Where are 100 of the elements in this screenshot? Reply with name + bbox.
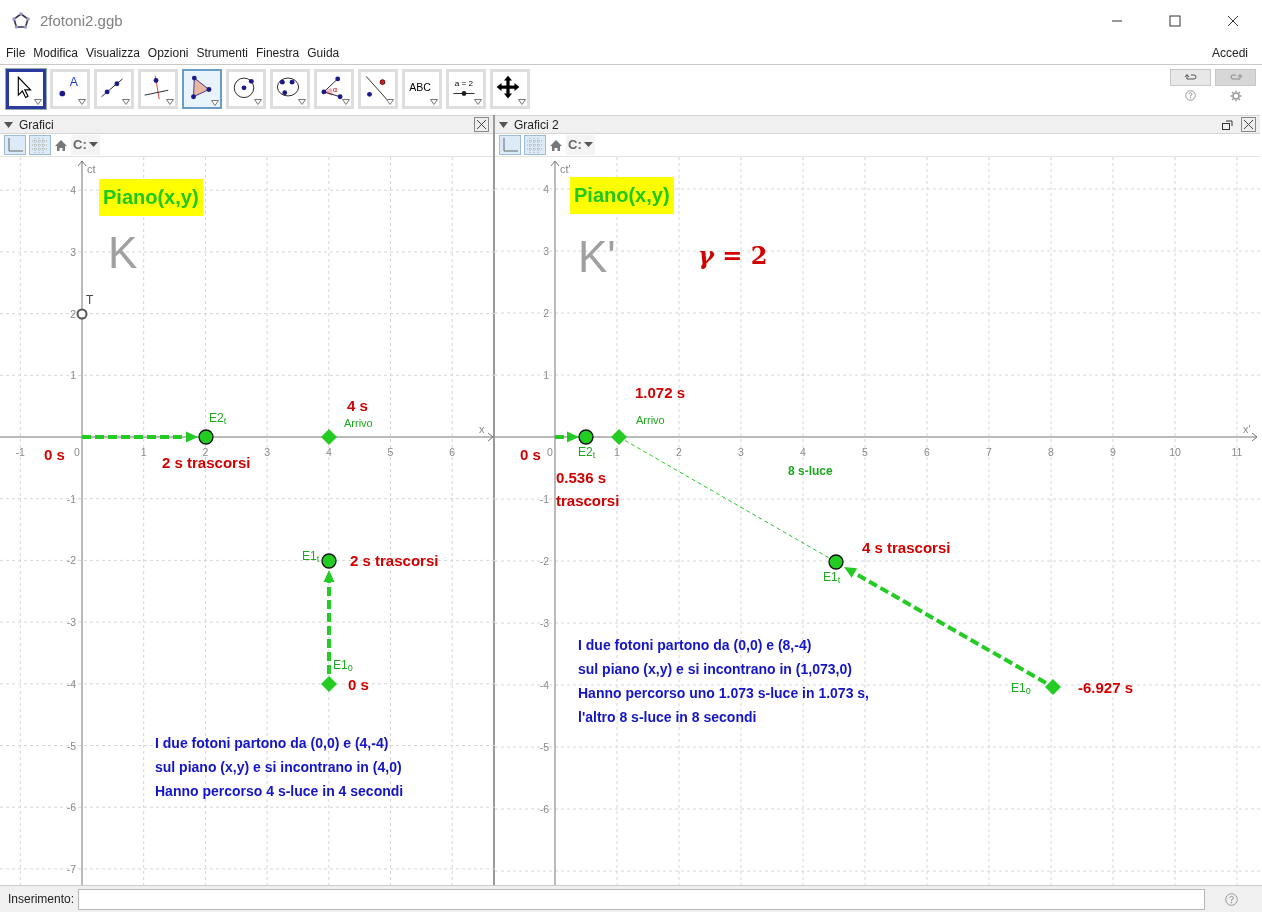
tick-label: -5 xyxy=(539,741,549,753)
undo-icon xyxy=(1183,72,1198,83)
collapse-triangle-icon[interactable] xyxy=(4,121,13,128)
tick-label: 1 xyxy=(140,446,147,458)
perpendicular-icon xyxy=(142,73,169,100)
gamma-label: γ = 2 xyxy=(698,242,768,270)
point-capture-button[interactable]: C: xyxy=(566,135,595,155)
tick-label: -1 xyxy=(66,492,76,505)
axis-label: ct' xyxy=(560,163,571,175)
panel-title: Grafici 2 xyxy=(514,116,559,134)
redo-icon xyxy=(1228,72,1243,83)
note-text: I due fotoni partono da (0,0) e (8,-4) sul piano (x,y) e si incontrano in (1,073,0) Hanno percorso uno 1.073 s-luce in 1.073 s, l'altro 8 s-luce in 8 secondi xyxy=(578,636,869,727)
close-panel-button[interactable] xyxy=(1241,117,1256,132)
point[interactable] xyxy=(578,429,594,445)
tick-label: 6 xyxy=(924,446,930,458)
heading-label: Piano(x,y) xyxy=(570,177,674,214)
point-label: E1$_{0}$ xyxy=(1011,682,1031,696)
time-label: 4 s xyxy=(347,397,368,415)
tick-label: 2 xyxy=(202,446,209,458)
tick-label: 3 xyxy=(70,245,76,258)
tool-button[interactable]: a = 2 xyxy=(446,69,486,109)
dropdown-triangle-icon xyxy=(254,99,262,105)
tick-label: -4 xyxy=(66,677,76,690)
menu-item[interactable]: Strumenti xyxy=(196,44,248,62)
close-icon xyxy=(476,119,487,130)
home-icon[interactable] xyxy=(54,138,68,152)
point[interactable] xyxy=(321,553,337,569)
dropdown-triangle-icon xyxy=(298,99,306,105)
tick-label: 0 xyxy=(547,446,553,458)
dropdown-triangle-icon xyxy=(430,99,438,105)
settings-icon[interactable] xyxy=(1229,90,1242,102)
point-label: E1$_{0}$ xyxy=(333,659,353,673)
menu-item[interactable]: Finestra xyxy=(255,44,300,62)
tick-label: 7 xyxy=(986,446,992,458)
point-label: E2$_{t}$ xyxy=(578,446,596,460)
arrival-label: Arrivo xyxy=(344,417,373,430)
grid-toggle-button[interactable] xyxy=(29,135,51,155)
tick-label: -1 xyxy=(539,493,549,505)
point-label: E1$_{t}$ xyxy=(302,550,320,564)
axis-label: x xyxy=(479,423,485,435)
tick-label: 4 xyxy=(325,446,332,458)
tick-label: 1 xyxy=(614,446,620,458)
tick-label: 1 xyxy=(543,369,549,381)
tick-label: -6 xyxy=(66,801,76,814)
point-capture-button[interactable]: C: xyxy=(71,135,100,155)
time-label: 0 s xyxy=(520,446,541,464)
tool-button[interactable]: ABC xyxy=(402,69,442,109)
dropdown-triangle-icon xyxy=(518,99,526,105)
vector-arrow xyxy=(555,431,579,443)
distance-label: 8 s-luce xyxy=(788,465,833,479)
tool-button[interactable] xyxy=(6,69,46,109)
tick-label: -3 xyxy=(539,617,549,629)
frame-label: K xyxy=(108,231,138,275)
menu-item[interactable]: Modifica xyxy=(33,44,79,62)
axis-label: x' xyxy=(1243,423,1251,435)
point[interactable] xyxy=(828,554,844,570)
tick-label: 2 xyxy=(543,307,549,319)
tick-label: -2 xyxy=(66,554,76,567)
tool-button[interactable]: A xyxy=(50,69,90,109)
axes-toggle-button[interactable] xyxy=(4,135,26,155)
dropdown-triangle-icon xyxy=(211,100,219,106)
time-label: -6.927 s xyxy=(1078,679,1134,697)
home-icon[interactable] xyxy=(549,138,563,152)
point[interactable] xyxy=(76,308,88,320)
time-label: 1.072 s xyxy=(635,384,686,402)
heading-label: Piano(x,y) xyxy=(99,179,203,216)
tick-label: 2 xyxy=(676,446,682,458)
tick-label: -2 xyxy=(539,555,549,567)
undock-icon[interactable] xyxy=(1222,119,1233,130)
menu-item[interactable]: Opzioni xyxy=(147,44,189,62)
close-icon xyxy=(1243,119,1254,130)
time-label: 2 s trascorsi xyxy=(350,552,439,570)
tick-label: 4 xyxy=(543,183,549,195)
menu-item[interactable]: File xyxy=(6,44,26,62)
tick-label: 1 xyxy=(70,369,76,382)
close-panel-button[interactable] xyxy=(474,117,489,132)
caret-icon xyxy=(88,142,98,148)
time-label: 4 s trascorsi xyxy=(862,539,951,557)
menu-item[interactable]: Visualizza xyxy=(86,44,140,62)
axes-toggle-button[interactable] xyxy=(499,135,521,155)
dropdown-triangle-icon xyxy=(34,99,42,105)
point-label: E2$_{t}$ xyxy=(209,412,227,426)
time-label: 0 s xyxy=(348,676,369,694)
point[interactable] xyxy=(198,429,214,445)
grid-icon xyxy=(527,137,543,153)
tick-label: 3 xyxy=(543,245,549,257)
menu-item[interactable]: Guida xyxy=(307,44,340,62)
tool-button[interactable] xyxy=(182,69,222,109)
dropdown-triangle-icon xyxy=(166,99,174,105)
tick-label: -7 xyxy=(66,862,76,875)
input-field[interactable] xyxy=(78,888,1205,910)
grid-toggle-button[interactable] xyxy=(524,135,546,155)
sign-in-link[interactable]: Accedi xyxy=(1211,44,1248,62)
collapse-triangle-icon[interactable] xyxy=(499,121,508,128)
tick-label: -5 xyxy=(66,739,76,752)
dropdown-triangle-icon xyxy=(474,99,482,105)
app-logo-icon xyxy=(12,12,30,30)
tick-label: 4 xyxy=(70,184,76,197)
dropdown-triangle-icon xyxy=(122,99,130,105)
tool-button[interactable]: α xyxy=(314,69,354,109)
